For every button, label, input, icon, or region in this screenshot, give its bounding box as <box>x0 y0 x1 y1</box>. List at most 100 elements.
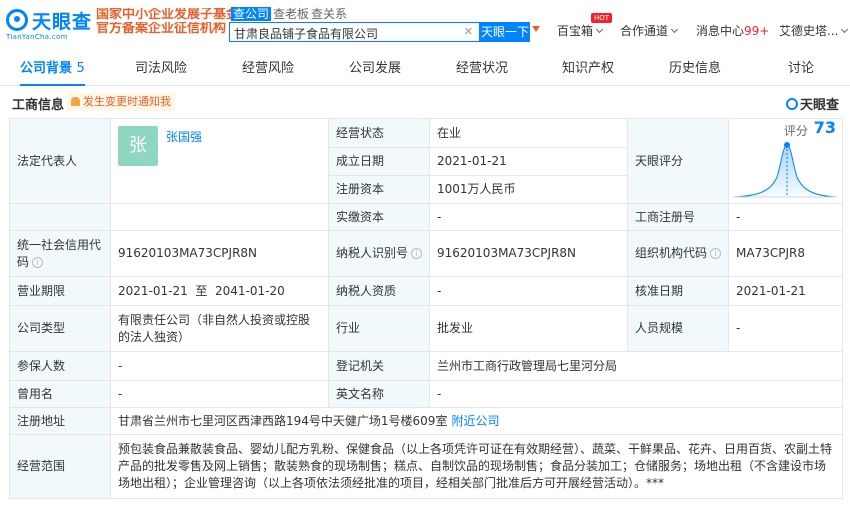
org-code-label-text: 组织机构代码 <box>635 246 708 260</box>
nav-baibaoxiang-label: 百宝箱 <box>557 24 594 38</box>
english-value: - <box>429 380 843 408</box>
avatar: 张 <box>118 126 158 166</box>
company-tabs: 公司背景 5 司法风险 经营风险 公司发展 经营状况 知识产权 历史信息 讨论 <box>0 48 850 86</box>
taxpayer-qual-value: - <box>429 276 628 306</box>
paid-capital-label: 实缴资本 <box>328 203 430 231</box>
legal-rep-label-continued <box>9 203 111 231</box>
legal-rep-cell: 张 张国强 <box>110 118 329 204</box>
credit-code-label: 统一社会信用代码 i <box>9 230 111 277</box>
scope-value: 预包装食品兼散装食品、婴幼儿配方乳粉、保健食品（以上各项凭许可证在有效期经营）、… <box>110 434 843 499</box>
query-type-tabs: 查公司 查老板 查关系 <box>231 7 347 21</box>
info-icon[interactable]: i <box>32 256 44 268</box>
info-icon[interactable]: i <box>710 248 722 259</box>
eye-logo-icon <box>786 98 798 110</box>
score-title: 评分 <box>783 124 808 138</box>
taxpayer-id-label-text: 纳税人识别号 <box>336 246 409 260</box>
credit-code-value: 91620103MA73CPJR8N <box>110 230 329 277</box>
business-info-table: 法定代表人 张 张国强 经营状态 在业 天眼评分 评分 73 成立日期 2021… <box>9 118 843 499</box>
query-tab-boss[interactable]: 查老板 <box>273 7 309 21</box>
status-label: 经营状态 <box>328 118 430 148</box>
address-cell: 甘肃省兰州市七里河区西津西路194号中天健广场1号楼609室 附近公司 <box>110 407 843 435</box>
reg-capital-label: 注册资本 <box>328 175 430 204</box>
tab-development[interactable]: 公司发展 <box>349 57 401 76</box>
nav-messages[interactable]: 消息中心99+ <box>696 23 769 39</box>
address-value: 甘肃省兰州市七里河区西津西路194号中天健广场1号楼609室 <box>118 413 448 428</box>
tab-discussion[interactable]: 讨论 <box>788 57 814 76</box>
tab-history[interactable]: 历史信息 <box>669 57 721 76</box>
top-header: 天眼查 TianYanCha.com 国家中小企业发展子基金 官方备案企业征信机… <box>0 0 850 48</box>
tab-operation[interactable]: 经营状况 <box>456 57 508 76</box>
hot-badge: HOT <box>591 13 613 23</box>
taxpayer-id-label: 纳税人识别号 i <box>328 230 430 277</box>
authority-value: 兰州市工商行政管理局七里河分局 <box>429 351 843 381</box>
former-name-value: - <box>110 380 329 408</box>
chevron-down-icon <box>595 25 604 34</box>
legal-rep-cell-continued <box>110 203 329 231</box>
nav-messages-label: 消息中心 <box>696 24 745 38</box>
chevron-down-icon <box>841 25 849 34</box>
banner-line-2: 官方备案企业征信机构 <box>96 22 227 36</box>
reg-capital-value: 1001万人民币 <box>429 175 628 204</box>
tab-label: 公司背景 <box>20 61 73 76</box>
score-label: 天眼评分 <box>627 118 729 204</box>
company-type-value: 有限责任公司（非自然人投资或控股的法人独资） <box>110 305 329 352</box>
tab-judicial-risk[interactable]: 司法风险 <box>135 57 187 76</box>
score-distribution-chart <box>732 142 838 198</box>
nearby-companies-link[interactable]: 附近公司 <box>451 414 499 428</box>
status-value: 在业 <box>429 118 628 148</box>
authority-label: 登记机关 <box>328 351 430 381</box>
logo-domain: TianYanCha.com <box>6 33 68 41</box>
nav-baibaoxiang[interactable]: 百宝箱 <box>557 23 604 39</box>
tianyancha-logo[interactable]: 天眼查 TianYanCha.com <box>6 6 92 42</box>
industry-value: 批发业 <box>429 305 628 352</box>
change-alert-label: 发生变更时通知我 <box>83 95 171 108</box>
section-header: 工商信息 发生变更时通知我 天眼查 <box>0 88 850 116</box>
taxpayer-id-value: 91620103MA73CPJR8N <box>429 230 628 277</box>
credit-code-label-text: 统一社会信用代码 <box>17 237 102 269</box>
tab-count: 5 <box>76 61 85 76</box>
org-code-label: 组织机构代码 i <box>627 230 729 277</box>
nav-user[interactable]: 艾德史塔... <box>779 23 849 39</box>
term-value: 2021-01-21 至 2041-01-20 <box>110 276 329 306</box>
messages-count: 99+ <box>744 24 770 38</box>
brand-mark: 天眼查 <box>786 94 839 113</box>
section-title: 工商信息 <box>12 98 65 113</box>
tab-business-risk[interactable]: 经营风险 <box>242 57 294 76</box>
brand-text: 天眼查 <box>800 98 840 113</box>
caret-down-icon[interactable] <box>532 26 540 32</box>
query-tab-relation[interactable]: 查关系 <box>311 7 347 21</box>
banner-line-1: 国家中小企业发展子基金 <box>96 8 231 22</box>
search-button[interactable]: 天眼一下 <box>480 22 530 42</box>
org-code-value: MA73CPJR8 <box>728 230 843 277</box>
address-label: 注册地址 <box>9 407 111 435</box>
former-name-label: 曾用名 <box>9 380 111 408</box>
search-input[interactable] <box>230 24 458 43</box>
insured-value: - <box>110 351 329 381</box>
staff-label: 人员规模 <box>627 305 729 352</box>
score-value: 73 <box>813 118 836 137</box>
tab-background[interactable]: 公司背景 5 <box>20 57 85 86</box>
term-label: 营业期限 <box>9 276 111 306</box>
nav-channel-label: 合作通道 <box>620 24 669 38</box>
score-cell[interactable]: 评分 73 <box>728 118 843 204</box>
clear-icon[interactable]: ✕ <box>464 25 473 38</box>
nav-channel[interactable]: 合作通道 <box>620 23 679 39</box>
tab-ip[interactable]: 知识产权 <box>562 57 614 76</box>
founded-value: 2021-01-21 <box>429 147 628 176</box>
paid-capital-value: - <box>429 203 628 231</box>
industry-label: 行业 <box>328 305 430 352</box>
insured-label: 参保人数 <box>9 351 111 381</box>
official-banner: 国家中小企业发展子基金 官方备案企业征信机构 <box>96 8 231 38</box>
change-alert-button[interactable]: 发生变更时通知我 <box>67 93 175 111</box>
legal-rep-name[interactable]: 张国强 <box>166 129 202 146</box>
approval-date-label: 核准日期 <box>627 276 729 306</box>
reg-no-label: 工商注册号 <box>627 203 729 231</box>
approval-date-value: 2021-01-21 <box>728 276 843 306</box>
scope-label: 经营范围 <box>9 434 111 499</box>
eye-logo-icon <box>6 9 28 31</box>
info-icon[interactable]: i <box>411 248 423 259</box>
staff-value: - <box>728 305 843 352</box>
reg-no-value: - <box>728 203 843 231</box>
query-tab-company[interactable]: 查公司 <box>231 7 272 21</box>
bell-icon <box>71 97 80 106</box>
